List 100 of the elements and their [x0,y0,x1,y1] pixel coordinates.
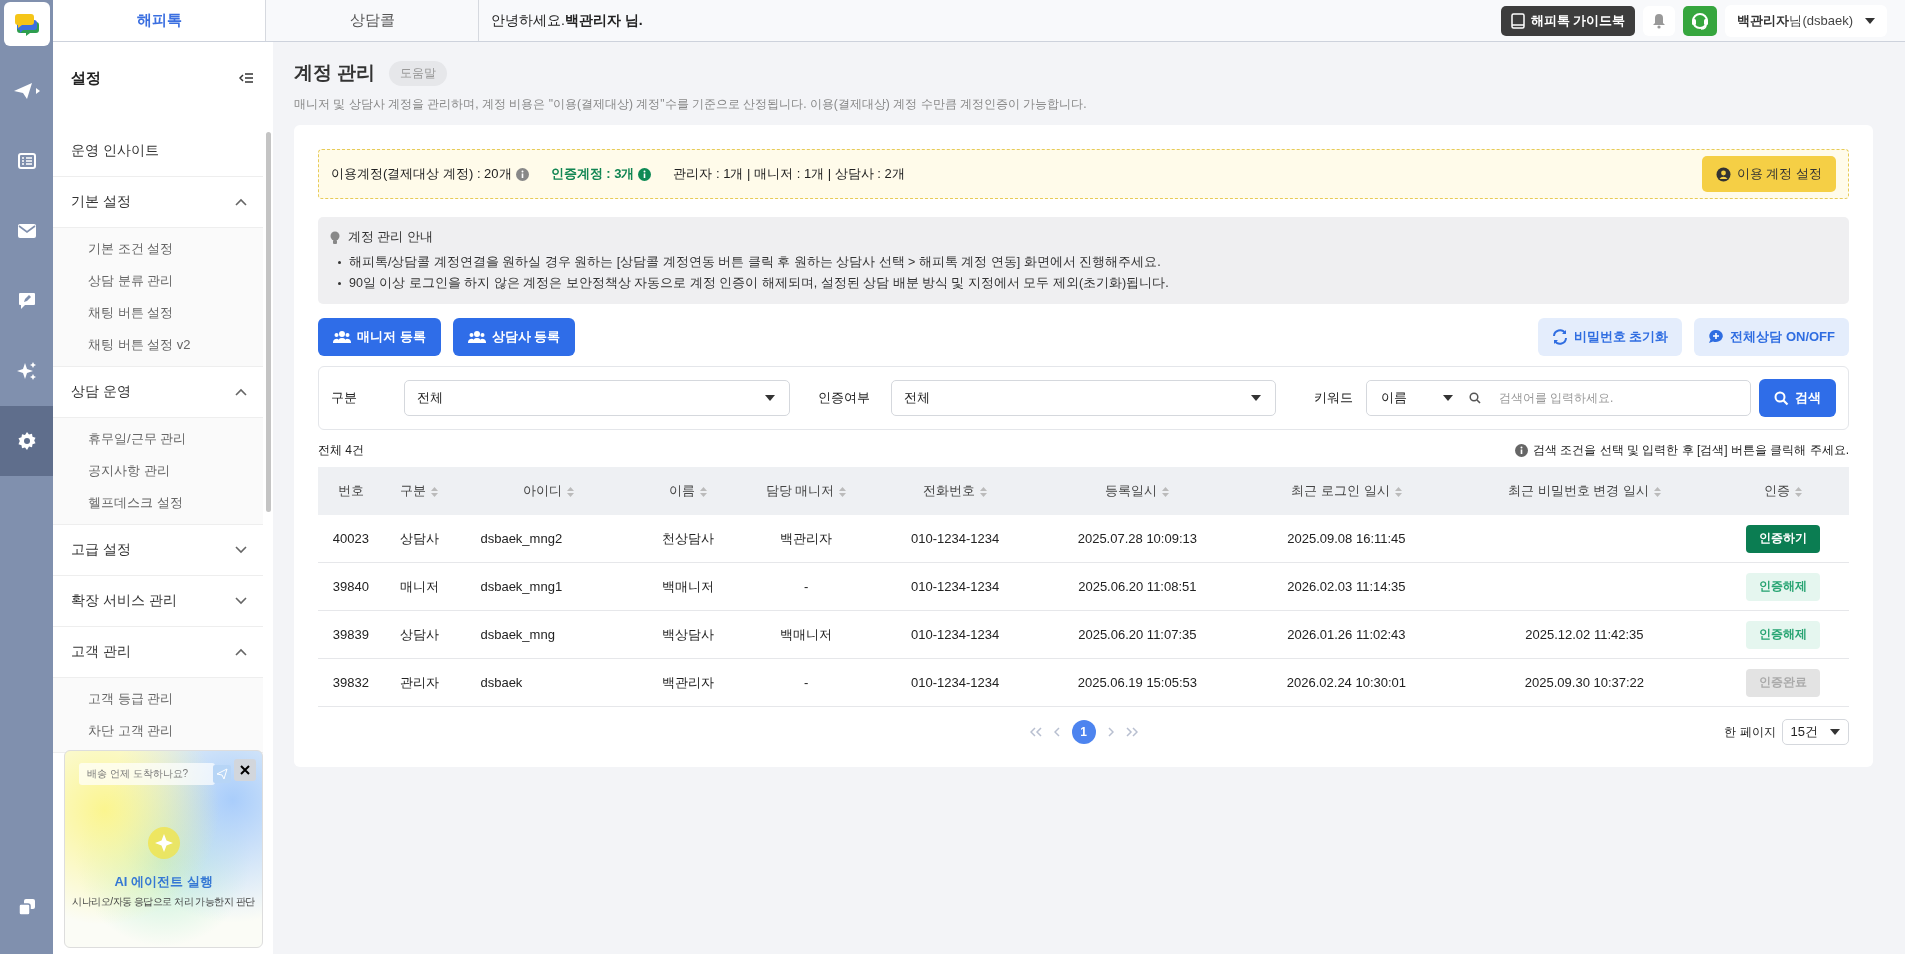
column-header[interactable]: 담당 매니저 [734,467,878,515]
scrollbar[interactable] [266,132,271,512]
billing-count: 이용계정(결제대상 계정) : 20개 [331,165,512,183]
column-header[interactable]: 최근 비밀번호 변경 일시 [1450,467,1718,515]
column-header[interactable]: 이름 [641,467,735,515]
search-button[interactable]: 검색 [1758,379,1836,417]
book-icon [1510,12,1525,29]
collapse-icon[interactable] [239,73,253,83]
column-header[interactable]: 전화번호 [877,467,1033,515]
sort-icon [431,486,439,497]
table-cell: 백상담사 [641,610,735,659]
filter-label: 인증여부 [817,389,871,407]
sort-icon [1394,486,1402,497]
register-agent-button[interactable]: 상담사 등록 [452,318,576,356]
table-cell: 백매니저 [641,562,735,611]
column-header[interactable]: 인증 [1717,467,1849,515]
page-size-select[interactable]: 15건 [1781,719,1849,745]
table-cell: 010-1234-1234 [877,562,1033,611]
certified-count: 인증계정 : 3개 [550,165,635,183]
table-cell: 2025.07.28 10:09:13 [1032,515,1242,563]
caret-icon [764,395,775,401]
close-button[interactable] [234,759,256,781]
close-icon [240,765,250,775]
promo-card[interactable]: 배송 언제 도착하나요? AI 에이전트 실행 시나리오/자동 응답으로 처리 가능한지 판단 [64,750,263,948]
guide-text: 90일 이상 로그인을 하지 않은 계정은 보안정책상 자동으로 계정 인증이 해제되며, 설정된 상담 배분 방식 및 지정에서 모두 제외(초기화)됩니다. [349,275,1169,292]
sidebar-subitem[interactable]: 상담 분류 관리 [53,265,263,297]
app-logo[interactable] [3,2,50,46]
sort-icon [700,486,708,497]
page-description: 매니저 및 상담사 계정을 관리하며, 계정 비용은 "이용(결제대상) 계정"수를 기준으로 산정됩니다. 이용(결제대상) 계정 수만큼 계정인증이 가능합니다. [294,96,1088,113]
table-cell: 39832 [318,658,384,707]
caret-icon [1830,729,1840,735]
register-manager-button[interactable]: 매니저 등록 [318,318,441,356]
table-cell: 010-1234-1234 [877,658,1033,707]
next-page-icon[interactable] [1107,727,1114,737]
greeting-text: 안녕하세요.백관리자 님. [490,10,643,30]
table-cell: 2026.01.26 11:02:43 [1241,610,1451,659]
table-cell: 2025.09.30 10:37:22 [1450,658,1718,707]
user-menu[interactable]: 백관리자님(dsbaek) [1725,4,1887,37]
sidebar-subitem[interactable]: 채팅 버튼 설정 v2 [53,329,263,361]
page-size-label: 한 페이지 [1724,723,1776,741]
table-cell: 010-1234-1234 [877,515,1033,563]
sort-icon [980,486,988,497]
caret-icon [1251,395,1262,401]
info-icon [515,167,529,181]
sidebar-subitem[interactable]: 고객 등급 관리 [53,683,263,715]
guide-book-button[interactable]: 해피톡 가이드북 [1500,5,1636,36]
toggle-all-button[interactable]: 전체상담 ON/OFF [1694,318,1849,356]
column-header[interactable]: 등록일시 [1032,467,1242,515]
auth-button[interactable]: 인증하기 [1746,524,1821,553]
column-header: 번호 [318,467,384,515]
column-header[interactable]: 구분 [383,467,455,515]
guide-title: 계정 관리 안내 [348,229,433,246]
type-select[interactable]: 전체 [404,380,790,416]
sidebar-item[interactable]: 고급 설정 [53,525,263,576]
sidebar-item[interactable]: 운영 인사이트 [53,126,263,177]
previous-page-icon[interactable] [1053,727,1060,737]
sidebar-subitem[interactable]: 기본 조건 설정 [53,233,263,265]
account-settings-button[interactable]: 이용 계정 설정 [1701,156,1836,192]
sort-icon [839,486,847,497]
refresh-icon [1551,329,1568,345]
sidebar-subitem[interactable]: 휴무일/근무 관리 [53,423,263,455]
last-page-icon[interactable] [1125,727,1138,737]
people-icon [333,330,351,344]
top-tab[interactable]: 상담콜 [266,0,479,41]
filter-label: 키워드 [1314,389,1355,407]
top-tab[interactable]: 해피톡 [53,0,266,41]
sidebar-subitem[interactable]: 공지사항 관리 [53,455,263,487]
column-header[interactable]: 아이디 [454,467,642,515]
role-breakdown: 관리자 : 1개 | 매니저 : 1개 | 상담사 : 2개 [673,165,905,183]
keyword-search-field[interactable]: 이름 검색어를 입력하세요. [1365,380,1751,416]
first-page-icon[interactable] [1029,727,1042,737]
table-cell: dsbaek_mng2 [454,515,642,563]
promo-subtitle: 시나리오/자동 응답으로 처리 가능한지 판단 [71,895,256,909]
table-cell: 매니저 [383,562,455,611]
support-button[interactable] [1683,5,1718,36]
sidebar-subitem[interactable]: 채팅 버튼 설정 [53,297,263,329]
settings-icon[interactable] [0,406,53,476]
table-cell: 천상담사 [641,515,735,563]
promo-input: 배송 언제 도착하나요? [79,763,215,785]
table-cell: 2026.02.24 10:30:01 [1241,658,1451,707]
auth-select[interactable]: 전체 [890,380,1277,416]
table-cell: 관리자 [383,658,455,707]
table-cell: 2025.12.02 11:42:35 [1450,610,1718,659]
sidebar-item[interactable]: 확장 서비스 관리 [53,576,263,627]
page-button[interactable]: 1 [1071,720,1096,744]
promo-title: AI 에이전트 실행 [114,873,213,891]
sidebar-subitem[interactable]: 차단 고객 관리 [53,715,263,747]
table-cell: 39840 [318,562,384,611]
people-icon [467,330,486,344]
sort-icon [1162,486,1170,497]
column-header[interactable]: 최근 로그인 일시 [1241,467,1451,515]
sidebar-subitem[interactable]: 헬프데스크 설정 [53,487,263,519]
sort-icon [566,486,574,497]
table-cell: 상담사 [383,610,455,659]
sort-icon [1795,486,1803,497]
info-icon [638,167,652,181]
reset-password-button[interactable]: 비밀번호 초기화 [1537,318,1683,356]
table-cell: 40023 [318,515,384,563]
notification-button[interactable] [1643,5,1676,36]
table-cell: dsbaek_mng1 [454,562,642,611]
